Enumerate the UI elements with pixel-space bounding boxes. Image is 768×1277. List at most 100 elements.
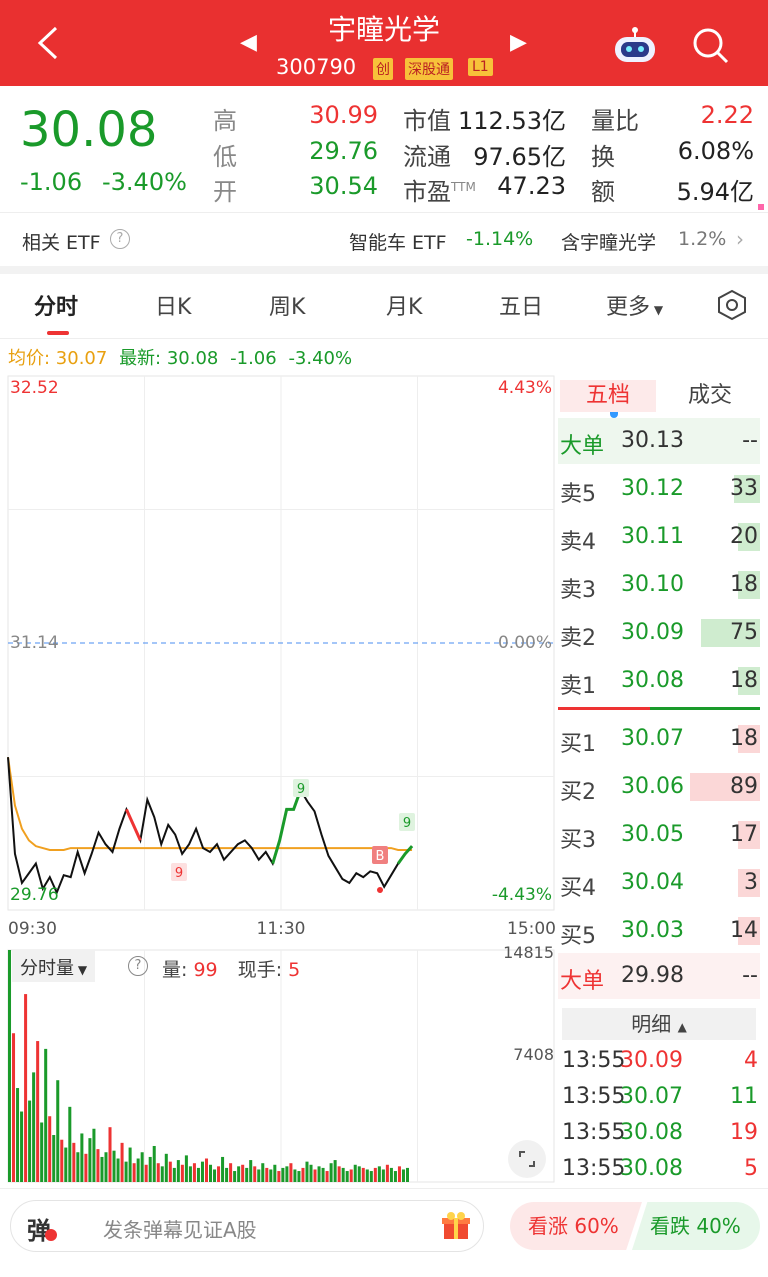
fullscreen-icon[interactable] [508,1140,546,1178]
volume-bar [353,1164,357,1182]
volume-bar [221,1156,225,1182]
tab-more[interactable]: 更多 ▼ [606,289,663,321]
volume-bar [160,1166,164,1182]
volume-bar [261,1163,265,1182]
danmu-icon: 弹 [27,1217,51,1245]
bid-row: 买5 30.03 14 [560,917,760,949]
avg-price-line [7,757,413,852]
volume-bar [12,1033,16,1182]
danmu-input[interactable]: 弹 发条弹幕见证A股 [10,1200,484,1252]
bid-row: 买2 30.06 89 [560,773,760,805]
volume-bar [369,1171,373,1182]
search-icon[interactable] [691,26,731,66]
volume-bar [245,1167,249,1182]
stat-low-value: 29.76 [309,137,378,165]
big-order-top: 大单 30.13 -- [558,418,760,464]
volume-bar [124,1161,128,1182]
volume-bar [241,1164,245,1182]
ask-row: 卖5 30.12 33 [560,475,760,507]
volume-bar [168,1161,172,1182]
volume-bar [184,1155,188,1182]
danmu-placeholder: 发条弹幕见证A股 [103,1218,257,1242]
volume-bar [281,1167,285,1182]
settings-hexagon-icon[interactable] [716,289,748,321]
volume-bar [140,1152,144,1182]
tab-five-day[interactable]: 五日 [499,289,543,321]
svg-text:B: B [376,849,385,864]
volume-bar [365,1169,369,1182]
etf-name: 智能车 ETF [349,232,447,254]
volume-bar [293,1169,297,1182]
buy-point [377,887,383,893]
ask-row: 卖3 30.10 18 [560,571,760,603]
volume-bar [36,1041,40,1182]
volume-bar [237,1166,241,1182]
volume-bar [305,1161,309,1182]
ticks-header[interactable]: 明细 ▲ [562,1008,756,1040]
svg-text:9: 9 [175,866,183,881]
volume-bar [100,1156,104,1182]
volume-bar [200,1161,204,1182]
buy-marker: B [372,846,388,864]
bullish-button[interactable]: 看涨 60% [510,1202,642,1250]
tab-weekly-k[interactable]: 周K [269,289,305,321]
gift-icon[interactable] [441,1211,471,1241]
volume-bar [329,1163,333,1182]
stat-mktcap-label: 市值 [403,107,451,135]
volume-bar [317,1166,321,1182]
price-change-pct: -3.40% [102,168,187,196]
stat-float-label: 流通 [403,143,451,171]
signal-marker: 9 [293,779,309,797]
orderbook-tab-trades[interactable]: 成交 [688,380,732,412]
volume-bar [116,1158,120,1182]
volume-bar [8,950,12,1182]
volume-bar [345,1171,349,1182]
volume-bar [60,1139,64,1182]
signal-marker: 9 [399,813,415,831]
stat-open-value: 30.54 [309,172,378,200]
stat-high-value: 30.99 [309,101,378,129]
intraday-price-chart[interactable]: 9 9 9 B 32.52 31.14 29.76 4.43% 0.00% -4.43% 09:30… [0,372,558,942]
volume-bar [88,1138,92,1182]
volume-bar [84,1153,88,1182]
volume-bar [68,1106,72,1182]
volume-bar [92,1128,96,1182]
etf-label: 相关 ETF [22,232,101,254]
volume-bar [217,1166,221,1182]
tab-daily-k[interactable]: 日K [155,289,191,321]
volume-bar [357,1166,361,1182]
stat-amount-value: 5.94亿 [676,178,754,206]
volume-bar [361,1167,365,1182]
ask-row: 卖2 30.09 75 [560,619,760,651]
help-icon[interactable]: ? [110,229,130,249]
orderbook-tab-five[interactable]: 五档 [560,380,656,412]
next-stock-icon[interactable]: ▶ [510,30,527,55]
volume-help-icon[interactable]: ? [128,956,148,976]
volume-bar [32,1072,36,1182]
svg-text:9: 9 [297,782,305,797]
volume-bar [108,1127,112,1182]
volume-mid-label: 7408 [513,1045,554,1064]
volume-bar [196,1167,200,1182]
volume-bar [44,1048,48,1182]
bearish-button[interactable]: 看跌 40% [632,1202,760,1250]
y-label-top: 32.52 [10,378,59,398]
big-order-bottom: 大单 29.98 -- [558,953,760,999]
volume-selector[interactable]: 分时量 ▼ [12,950,96,982]
volume-bar [209,1164,213,1182]
highlight-segment [125,808,142,841]
tab-intraday[interactable]: 分时 [34,289,78,321]
volume-bar [401,1169,405,1182]
volume-bar [132,1163,136,1182]
volume-bar [120,1142,124,1182]
bid-row: 买3 30.05 17 [560,821,760,853]
volume-bar [156,1163,160,1182]
badge-sgt: 深股通 [405,58,453,80]
volume-bar [40,1122,44,1182]
volume-bar [249,1160,253,1182]
etf-row[interactable]: 相关 ETF ? 智能车 ETF -1.14% 含宇瞳光学 1.2% › [0,212,768,266]
bid-row: 买1 30.07 18 [560,725,760,757]
volume-bar [24,994,28,1182]
robot-assistant-icon[interactable] [612,26,658,64]
tab-monthly-k[interactable]: 月K [386,289,422,321]
